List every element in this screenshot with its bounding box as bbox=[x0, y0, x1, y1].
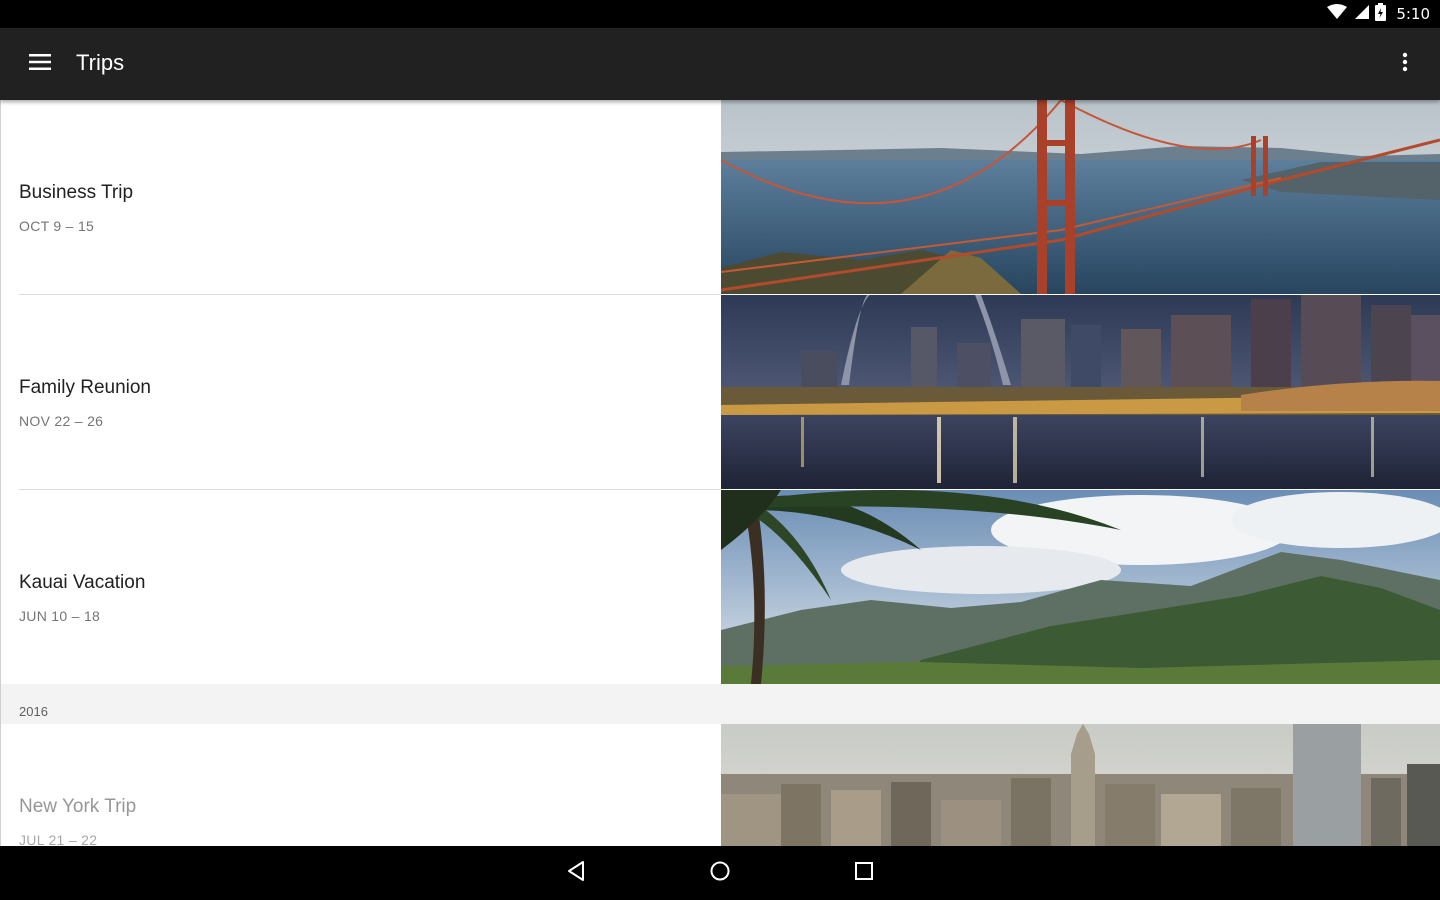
section-header-2016: 2016 bbox=[0, 684, 1440, 724]
trip-dates: OCT 9 – 15 bbox=[19, 218, 95, 234]
wifi-icon bbox=[1327, 3, 1348, 25]
recents-button[interactable] bbox=[848, 857, 880, 889]
menu-button[interactable] bbox=[22, 46, 58, 82]
status-bar: 5:10 bbox=[0, 0, 1440, 28]
trip-dates: NOV 22 – 26 bbox=[19, 413, 104, 429]
new-york-skyline-image bbox=[721, 724, 1440, 846]
trip-name: Business Trip bbox=[19, 182, 134, 203]
section-label: 2016 bbox=[19, 704, 48, 719]
trip-name: Family Reunion bbox=[19, 377, 151, 398]
trip-text: New York Trip JUL 21 – 22 bbox=[19, 796, 709, 846]
more-vert-icon bbox=[1402, 52, 1408, 77]
trip-text: Family Reunion NOV 22 – 26 bbox=[19, 377, 709, 429]
trip-text: Business Trip OCT 9 – 15 bbox=[19, 182, 709, 234]
status-time: 5:10 bbox=[1396, 5, 1430, 23]
city-skyline-night-image bbox=[721, 295, 1440, 489]
cell-signal-icon bbox=[1353, 4, 1370, 25]
trip-row-family-reunion[interactable]: Family Reunion NOV 22 – 26 bbox=[0, 295, 1440, 489]
trip-row-kauai-vacation[interactable]: Kauai Vacation JUN 10 – 18 bbox=[0, 490, 1440, 684]
list-left-edge bbox=[0, 100, 1, 846]
recents-icon bbox=[854, 861, 874, 886]
trip-dates: JUL 21 – 22 bbox=[19, 832, 98, 846]
status-icons: 5:10 bbox=[1327, 0, 1430, 28]
home-icon bbox=[709, 860, 731, 887]
kauai-mountains-image bbox=[721, 490, 1440, 684]
battery-icon bbox=[1375, 2, 1387, 26]
trip-name: Kauai Vacation bbox=[19, 572, 146, 593]
menu-icon bbox=[29, 53, 51, 75]
app-bar: Trips bbox=[0, 28, 1440, 100]
navigation-bar bbox=[0, 846, 1440, 900]
back-button[interactable] bbox=[560, 857, 592, 889]
home-button[interactable] bbox=[704, 857, 736, 889]
trip-list[interactable]: Business Trip OCT 9 – 15 Family Reunion … bbox=[0, 100, 1440, 846]
trip-row-business-trip[interactable]: Business Trip OCT 9 – 15 bbox=[0, 100, 1440, 294]
back-icon bbox=[566, 860, 586, 887]
trip-dates: JUN 10 – 18 bbox=[19, 608, 101, 624]
golden-gate-bridge-image bbox=[721, 100, 1440, 294]
trip-text: Kauai Vacation JUN 10 – 18 bbox=[19, 572, 709, 624]
page-title: Trips bbox=[76, 50, 125, 75]
trip-row-new-york-trip[interactable]: New York Trip JUL 21 – 22 bbox=[0, 724, 1440, 846]
overflow-menu-button[interactable] bbox=[1390, 46, 1420, 82]
trip-name: New York Trip bbox=[19, 796, 137, 817]
